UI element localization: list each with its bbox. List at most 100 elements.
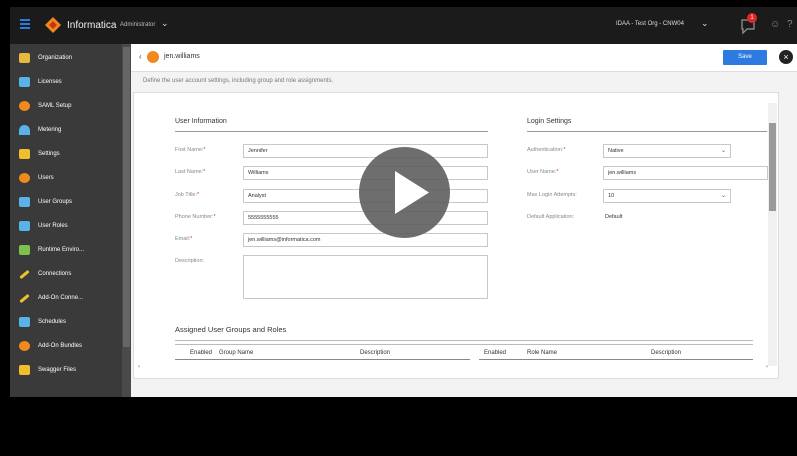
sidebar-item-user-roles[interactable]: User Roles bbox=[10, 214, 122, 238]
page-header: ‹ jen.williams Save × bbox=[131, 44, 797, 72]
sidebar-item-settings[interactable]: Settings bbox=[10, 142, 122, 166]
scroll-right-icon[interactable]: › bbox=[766, 364, 768, 370]
connections-icon bbox=[19, 269, 30, 279]
brand-name: Informatica bbox=[67, 20, 117, 31]
video-play-button[interactable] bbox=[359, 147, 450, 238]
back-arrow-icon[interactable]: ‹ bbox=[139, 52, 142, 61]
sidebar-item-runtime-environments[interactable]: Runtime Enviro... bbox=[10, 238, 122, 262]
add-on-connectors-icon bbox=[19, 293, 30, 303]
chevron-down-icon[interactable]: ⌄ bbox=[701, 18, 709, 29]
org-selector[interactable]: IDAA - Test Org - CNW04 bbox=[616, 21, 684, 27]
description-label: Description: bbox=[175, 258, 205, 264]
sidebar-item-label: Schedules bbox=[38, 319, 67, 325]
sidebar-item-swagger-files[interactable]: Swagger Files bbox=[10, 358, 122, 382]
menu-icon[interactable] bbox=[20, 19, 30, 29]
sidebar-item-label: Swagger Files bbox=[38, 367, 77, 373]
scroll-left-icon[interactable]: ‹ bbox=[138, 364, 140, 370]
max-login-attempts-select[interactable]: 10 ⌄ bbox=[603, 189, 731, 203]
max-login-attempts-label: Max Login Attempts: bbox=[527, 192, 577, 198]
email-label: Email:* bbox=[175, 236, 193, 242]
sidebar-item-label: Metering bbox=[38, 127, 62, 133]
authentication-select[interactable]: Native ⌄ bbox=[603, 144, 731, 158]
divider bbox=[479, 359, 753, 360]
description-field[interactable] bbox=[243, 255, 488, 299]
informatica-logo-icon bbox=[45, 17, 61, 33]
chevron-down-icon: ⌄ bbox=[720, 193, 726, 199]
authentication-label: Authentication:* bbox=[527, 147, 566, 153]
scrollbar-thumb[interactable] bbox=[769, 123, 776, 211]
sidebar-item-label: Organization bbox=[38, 55, 73, 61]
sidebar: Organization Licenses SAML Setup Meterin… bbox=[10, 44, 131, 397]
phone-label: Phone Number:* bbox=[175, 214, 216, 220]
help-icon[interactable]: ? bbox=[787, 19, 793, 30]
add-on-bundles-icon bbox=[19, 341, 30, 351]
sidebar-item-label: Users bbox=[38, 175, 54, 181]
user-icon[interactable]: ☺ bbox=[770, 19, 780, 30]
service-name[interactable]: Administrator bbox=[120, 22, 155, 28]
sidebar-item-saml-setup[interactable]: SAML Setup bbox=[10, 94, 122, 118]
user-details-card: User Information First Name:* Jennifer L… bbox=[133, 92, 779, 379]
login-settings-title: Login Settings bbox=[527, 118, 572, 125]
user-info-title: User Information bbox=[175, 118, 227, 125]
sidebar-item-add-on-bundles[interactable]: Add-On Bundles bbox=[10, 334, 122, 358]
first-name-label: First Name:* bbox=[175, 147, 206, 153]
metering-icon bbox=[19, 125, 30, 135]
organization-icon bbox=[19, 53, 30, 63]
default-application-value: Default bbox=[605, 214, 623, 220]
sidebar-item-user-groups[interactable]: User Groups bbox=[10, 190, 122, 214]
schedules-icon bbox=[19, 317, 30, 327]
divider bbox=[175, 340, 753, 341]
runtime-environment-icon bbox=[19, 245, 30, 255]
sidebar-item-label: Settings bbox=[38, 151, 60, 157]
sidebar-item-add-on-connectors[interactable]: Add-On Conne... bbox=[10, 286, 122, 310]
sidebar-item-label: Add-On Conne... bbox=[38, 295, 84, 301]
default-application-label: Default Application: bbox=[527, 214, 575, 220]
column-header[interactable]: Description bbox=[360, 350, 390, 356]
sidebar-item-label: User Roles bbox=[38, 223, 68, 229]
user-groups-icon bbox=[19, 197, 30, 207]
divider bbox=[527, 131, 767, 132]
saml-icon bbox=[19, 101, 30, 111]
sidebar-item-metering[interactable]: Metering bbox=[10, 118, 122, 142]
job-title-label: Job Title:* bbox=[175, 192, 200, 198]
top-bar: Informatica Administrator ⌄ IDAA - Test … bbox=[10, 7, 797, 44]
sidebar-item-organization[interactable]: Organization bbox=[10, 46, 122, 70]
swagger-files-icon bbox=[19, 365, 30, 375]
divider bbox=[175, 344, 753, 345]
sidebar-item-schedules[interactable]: Schedules bbox=[10, 310, 122, 334]
content-horizontal-scrollbar[interactable]: ‹ › bbox=[138, 364, 768, 374]
notification-badge: 1 bbox=[747, 13, 757, 23]
settings-icon bbox=[19, 149, 30, 159]
play-icon bbox=[395, 171, 429, 214]
column-header[interactable]: Description bbox=[651, 350, 681, 356]
divider bbox=[175, 131, 488, 132]
chevron-down-icon: ⌄ bbox=[720, 148, 726, 154]
chevron-down-icon[interactable]: ⌄ bbox=[161, 18, 169, 29]
close-icon[interactable]: × bbox=[779, 50, 793, 64]
save-button[interactable]: Save bbox=[723, 50, 767, 65]
username-field[interactable]: jen.williams bbox=[603, 166, 768, 180]
username-label: User Name:* bbox=[527, 169, 559, 175]
sidebar-item-label: User Groups bbox=[38, 199, 73, 205]
licenses-icon bbox=[19, 77, 30, 87]
sidebar-item-users[interactable]: Users bbox=[10, 166, 122, 190]
last-name-label: Last Name:* bbox=[175, 169, 206, 175]
content-vertical-scrollbar[interactable] bbox=[768, 103, 777, 366]
sidebar-item-licenses[interactable]: Licenses bbox=[10, 70, 122, 94]
sidebar-item-label: Add-On Bundles bbox=[38, 343, 83, 349]
sidebar-scrollbar-thumb[interactable] bbox=[123, 47, 130, 347]
column-header[interactable]: Enabled bbox=[190, 350, 212, 356]
page-title: jen.williams bbox=[164, 53, 200, 60]
users-icon bbox=[19, 173, 30, 183]
column-header[interactable]: Group Name bbox=[219, 350, 253, 356]
user-avatar-icon bbox=[147, 51, 159, 63]
sidebar-item-label: Licenses bbox=[38, 79, 62, 85]
user-roles-icon bbox=[19, 221, 30, 231]
sidebar-item-connections[interactable]: Connections bbox=[10, 262, 122, 286]
column-header[interactable]: Role Name bbox=[527, 350, 557, 356]
page-description: Define the user account settings, includ… bbox=[143, 78, 334, 84]
groups-roles-title: Assigned User Groups and Roles bbox=[175, 325, 287, 334]
sidebar-item-label: Connections bbox=[38, 271, 72, 277]
column-header[interactable]: Enabled bbox=[484, 350, 506, 356]
sidebar-item-label: SAML Setup bbox=[38, 103, 72, 109]
